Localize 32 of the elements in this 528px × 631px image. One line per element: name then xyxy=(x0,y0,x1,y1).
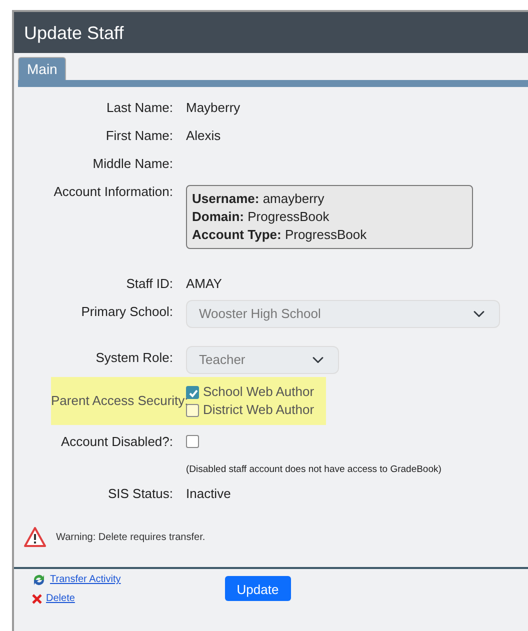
checkbox[interactable] xyxy=(186,386,199,398)
field-label: Account Disabled?: xyxy=(60,433,174,451)
field-label: Staff ID: xyxy=(125,275,174,293)
close-icon xyxy=(32,594,42,604)
helper-note: (Disabled staff account does not have access to GradeBook) xyxy=(186,463,442,477)
field-value: AMAY xyxy=(186,276,222,291)
delete-link[interactable]: Delete xyxy=(46,591,75,606)
field-label: System Role: xyxy=(94,349,174,367)
info-line: Username: amayberry xyxy=(192,190,326,208)
field-label: Account Information: xyxy=(52,183,174,201)
field-value: Inactive xyxy=(186,486,231,501)
checkbox-label: District Web Author xyxy=(203,401,314,419)
field-label: Parent Access Security: xyxy=(51,392,186,410)
field-label: Last Name: xyxy=(106,99,174,117)
transfer-link[interactable]: Transfer Activity xyxy=(50,572,121,587)
update-button[interactable]: Update xyxy=(224,576,291,601)
field-label: SIS Status: xyxy=(106,485,174,503)
field-label: First Name: xyxy=(104,127,174,145)
field-value: Mayberry xyxy=(186,100,240,115)
warning-icon xyxy=(24,527,46,547)
checkbox[interactable] xyxy=(186,404,199,416)
info-line: Account Type: ProgressBook xyxy=(192,226,368,244)
field-label: Primary School: xyxy=(80,303,174,321)
window-title: Update Staff xyxy=(14,12,528,53)
main-tab[interactable]: Main xyxy=(18,57,66,80)
checkbox[interactable] xyxy=(186,435,199,448)
field-label: Middle Name: xyxy=(92,155,174,173)
refresh-icon xyxy=(32,572,46,586)
warning-message: Warning: Delete requires transfer. xyxy=(56,530,206,544)
checkbox-label: School Web Author xyxy=(203,383,314,401)
info-line: Domain: ProgressBook xyxy=(192,208,330,226)
field-value: Alexis xyxy=(186,128,221,143)
